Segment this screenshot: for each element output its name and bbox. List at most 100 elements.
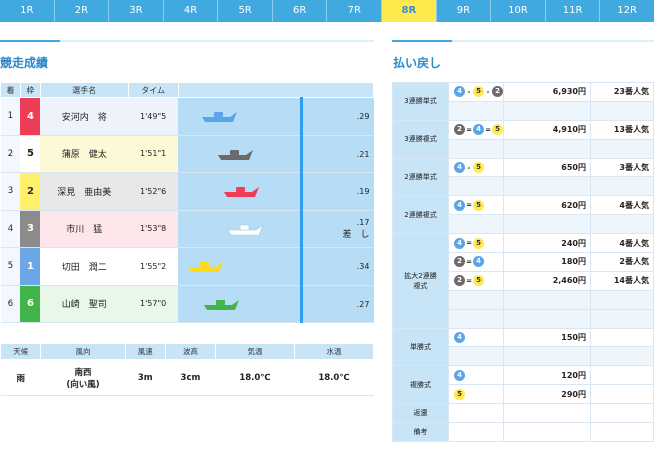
racer-name[interactable]: 深見 亜由美 <box>40 172 129 211</box>
popularity: 23番人気 <box>590 82 654 102</box>
boat-number-icon: 5 <box>492 124 503 136</box>
race-tab-1r[interactable]: 1R <box>0 0 55 22</box>
combination: 4 = 5 <box>448 233 504 254</box>
start-timing: .27 <box>356 299 370 309</box>
popularity: 3番人気 <box>590 157 654 178</box>
start-timing: .34 <box>356 262 370 271</box>
popularity: 4番人気 <box>590 195 654 216</box>
payout-amount: 240円 <box>503 233 591 254</box>
race-tab-5r[interactable]: 5R <box>218 0 273 22</box>
boat-number-icon: 2 <box>454 275 465 287</box>
race-tab-10r[interactable]: 10R <box>491 0 546 22</box>
race-time: 1'51"1 <box>128 135 179 173</box>
boat-number-icon: 5 <box>454 388 465 400</box>
race-tab-8r[interactable]: 8R <box>382 0 437 22</box>
boat-number-icon: 5 <box>473 162 484 173</box>
result-row: 4 3 市川 猛 1'53"8 .17 差 し <box>0 210 374 248</box>
payout-row: 3連勝単式 4-5-2 6,930円 23番人気 <box>392 82 654 121</box>
race-time: 1'53"8 <box>128 210 179 248</box>
racer-name[interactable]: 切田 潤二 <box>40 247 129 286</box>
header-rank: 着 <box>0 82 21 98</box>
left-divider <box>0 40 374 42</box>
bet-type: 返還 <box>392 403 449 424</box>
combination: 4 = 5 <box>448 195 504 216</box>
weather-value: 3cm <box>165 359 216 396</box>
boat-number-icon: 2 <box>492 86 503 98</box>
race-tabs: 1R 2R 3R 4R 5R 6R 7R 8R 9R 10R 11R 12R <box>0 0 654 22</box>
result-frame: 2 <box>20 172 41 211</box>
popularity <box>590 384 654 405</box>
payout-amount <box>503 422 591 442</box>
payout-row: 3連勝複式 2 = 4 = 5 4,910円 13番人気 <box>392 119 654 159</box>
race-tab-7r[interactable]: 7R <box>327 0 383 22</box>
start-lane: .27 <box>178 285 374 323</box>
start-lane: .19 <box>178 172 374 211</box>
boat-icon <box>186 257 224 277</box>
boat-number-icon: 5 <box>473 275 484 287</box>
race-tab-6r[interactable]: 6R <box>273 0 328 22</box>
race-tab-11r[interactable]: 11R <box>546 0 601 22</box>
boat-number-icon: 5 <box>473 86 484 98</box>
combination: 4-5 <box>448 157 504 178</box>
boat-number-icon: 4 <box>454 237 465 249</box>
boat-icon <box>222 182 260 202</box>
payout-amount: 180円 <box>503 252 591 272</box>
popularity <box>590 327 654 348</box>
result-row: 1 4 安河内 将 1'49"5 .29 <box>0 97 374 136</box>
race-time: 1'55"2 <box>128 247 179 286</box>
boat-icon <box>200 107 238 127</box>
results-table: 着 枠 選手名 タイム 1 4 安河内 将 1'49"5.29 2 5 蒲原 健太 1'51"… <box>0 82 375 323</box>
start-lane: .17 差 し <box>178 210 374 248</box>
payout-title: 払い戻し <box>393 56 442 70</box>
right-divider <box>392 40 654 42</box>
weather-header: 天候 <box>0 343 42 360</box>
result-rank: 1 <box>0 97 21 136</box>
bet-type: 2連勝複式 <box>392 195 449 235</box>
bet-type: 2連勝単式 <box>392 157 449 197</box>
racer-name[interactable]: 市川 猛 <box>40 210 129 248</box>
race-time: 1'49"5 <box>128 97 179 136</box>
racer-name[interactable]: 山崎 聖司 <box>40 285 129 323</box>
race-tab-4r[interactable]: 4R <box>164 0 219 22</box>
payout-amount: 150円 <box>503 327 591 348</box>
result-rank: 3 <box>0 172 21 211</box>
payout-amount: 650円 <box>503 157 591 178</box>
start-lane: .29 <box>178 97 374 136</box>
combination: 4 <box>448 365 504 386</box>
boat-number-icon: 4 <box>473 124 484 136</box>
weather-value: 18.0℃ <box>294 359 374 396</box>
combination: 4 <box>448 327 504 348</box>
weather-value: 3m <box>125 359 166 396</box>
bet-type: 単勝式 <box>392 327 449 367</box>
result-row: 2 5 蒲原 健太 1'51"1 .21 <box>0 135 374 173</box>
racer-name[interactable]: 蒲原 健太 <box>40 135 129 173</box>
payout-row: 備考 <box>392 422 654 442</box>
start-timing: .29 <box>356 112 370 121</box>
payout-row: 2連勝単式 4-5 650円 3番人気 <box>392 157 654 197</box>
bet-type: 3連勝単式 <box>392 82 449 121</box>
popularity <box>590 365 654 386</box>
weather-table: 天候 風向 風速 波高 気温 水温 雨南西 (向い風) 3m 3cm 18.0℃ 18.0℃ <box>0 343 375 396</box>
payout-amount: 2,460円 <box>503 270 591 291</box>
payout-row: 拡大2連勝 複式 4 = 5 240円 4番人気 <box>392 233 654 329</box>
payout-table: 3連勝単式 4-5-2 6,930円 23番人気 3連勝複式 2 = 4 = 5 4,910円 13番… <box>392 82 654 442</box>
result-rank: 4 <box>0 210 21 248</box>
racer-name[interactable]: 安河内 将 <box>40 97 129 136</box>
boat-number-icon: 2 <box>454 256 465 268</box>
weather-value: 南西 (向い風) <box>40 359 125 396</box>
start-timing: .17 差 し <box>342 217 370 240</box>
boat-icon <box>216 145 254 165</box>
payout-amount: 620円 <box>503 195 591 216</box>
boat-icon <box>226 220 264 240</box>
payout-amount: 290円 <box>503 384 591 405</box>
payout-row: 複勝式 4 120円 <box>392 365 654 405</box>
race-tab-12r[interactable]: 12R <box>600 0 654 22</box>
race-tab-9r[interactable]: 9R <box>437 0 492 22</box>
race-tab-2r[interactable]: 2R <box>55 0 110 22</box>
combination: 2 = 5 <box>448 270 504 291</box>
payout-amount: 120円 <box>503 365 591 386</box>
payout-amount <box>503 403 591 424</box>
kimarite: 差 し <box>342 229 370 240</box>
race-tab-3r[interactable]: 3R <box>109 0 164 22</box>
start-timing: .19 <box>356 187 370 196</box>
